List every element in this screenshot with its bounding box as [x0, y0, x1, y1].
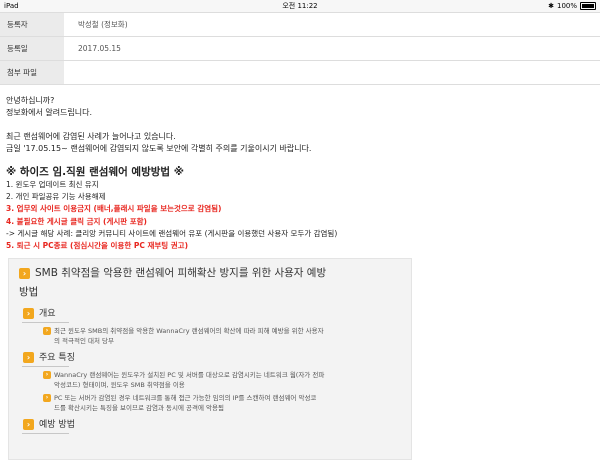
prevention-heading: ※ 하이즈 임.직원 랜섬웨어 예방방법 ※ [6, 166, 184, 178]
list-item: 5. 퇴근 시 PC종료 (점심시간을 이용한 PC 재부팅 권고) [6, 241, 189, 251]
section-divider [22, 433, 69, 434]
meta-value: 박성철 (정보화) [78, 20, 128, 29]
meta-label: 등록일 [0, 37, 64, 60]
section-title: › 예방 방법 [23, 419, 411, 432]
list-item: 3. 업무외 사이트 이용금지 (배너,플래시 파일을 보는것으로 감염됨) [6, 204, 222, 214]
body-paragraph: 최근 랜섬웨어에 감염된 사례가 늘어나고 있습니다. [6, 132, 176, 141]
attachment-link[interactable] [64, 61, 78, 84]
list-item: 4. 불필요한 게시글 클릭 금지 (게시판 포함) [6, 216, 147, 226]
arrow-icon: › [43, 371, 51, 379]
arrow-icon: › [23, 308, 34, 319]
meta-label: 첨부 파일 [0, 61, 64, 84]
arrow-icon: › [23, 419, 34, 430]
battery-icon [580, 2, 596, 10]
post-meta-table: 등록자 박성철 (정보화) 등록일 2017.05.15 첨부 파일 [0, 12, 600, 85]
list-item: -> 게시글 해당 사례: 클리앙 커뮤니티 사이트에 랜섬웨어 유포 (게시판… [6, 228, 338, 238]
status-bar: iPad 오전 11:22 ✱ 100% [0, 0, 600, 12]
list-item: 1. 윈도우 업데이트 최신 유지 [6, 180, 99, 189]
smb-info-box: › SMB 취약점을 악용한 랜섬웨어 피해확산 방지를 위한 사용자 예방 방법… [8, 258, 412, 460]
greeting-line: 안녕하십니까? [6, 96, 55, 105]
list-item: 2. 개인 파일공유 기능 사용해제 [6, 192, 106, 202]
section-item: › 최근 윈도우 SMB의 취약점을 악용한 WannaCry 랜섬웨어의 확산에… [43, 326, 401, 346]
meta-row-attachment: 첨부 파일 [0, 61, 600, 85]
section-title: › 주요 특징 [23, 352, 411, 365]
box-title: › SMB 취약점을 악용한 랜섬웨어 피해확산 방지를 위한 사용자 예방 방법 [19, 267, 327, 298]
meta-label: 등록자 [0, 13, 64, 36]
meta-row-date: 등록일 2017.05.15 [0, 37, 600, 61]
section-divider [22, 366, 69, 367]
clock: 오전 11:22 [282, 2, 318, 10]
section-item: › PC 또는 서버가 감염된 경우 네트워크를 통해 접근 가능한 임의의 IP… [43, 393, 401, 413]
post-body: 안녕하십니까? 정보화에서 알려드립니다. 최근 랜섬웨어에 감염된 사례가 늘… [0, 85, 600, 252]
arrow-icon: › [43, 394, 51, 402]
arrow-icon: › [43, 327, 51, 335]
prevention-list: 1. 윈도우 업데이트 최신 유지 2. 개인 파일공유 기능 사용해제 3. … [6, 179, 594, 252]
bluetooth-icon: ✱ [548, 2, 554, 10]
body-paragraph: 금일 '17.05.15~ 랜섬웨어에 감염되지 않도록 보안에 각별히 주의를… [6, 144, 312, 153]
arrow-icon: › [19, 267, 30, 279]
battery-percent: 100% [556, 2, 577, 10]
section-item: › WannaCry 랜섬웨어는 윈도우가 설치된 PC 및 서버를 대상으로 감… [43, 370, 401, 390]
arrow-icon: › [23, 352, 34, 363]
section-title: › 개요 [23, 308, 411, 321]
greeting-line: 정보화에서 알려드립니다. [6, 108, 93, 117]
meta-value: 2017.05.15 [78, 44, 121, 53]
meta-row-author: 등록자 박성철 (정보화) [0, 13, 600, 37]
section-divider [22, 322, 69, 323]
